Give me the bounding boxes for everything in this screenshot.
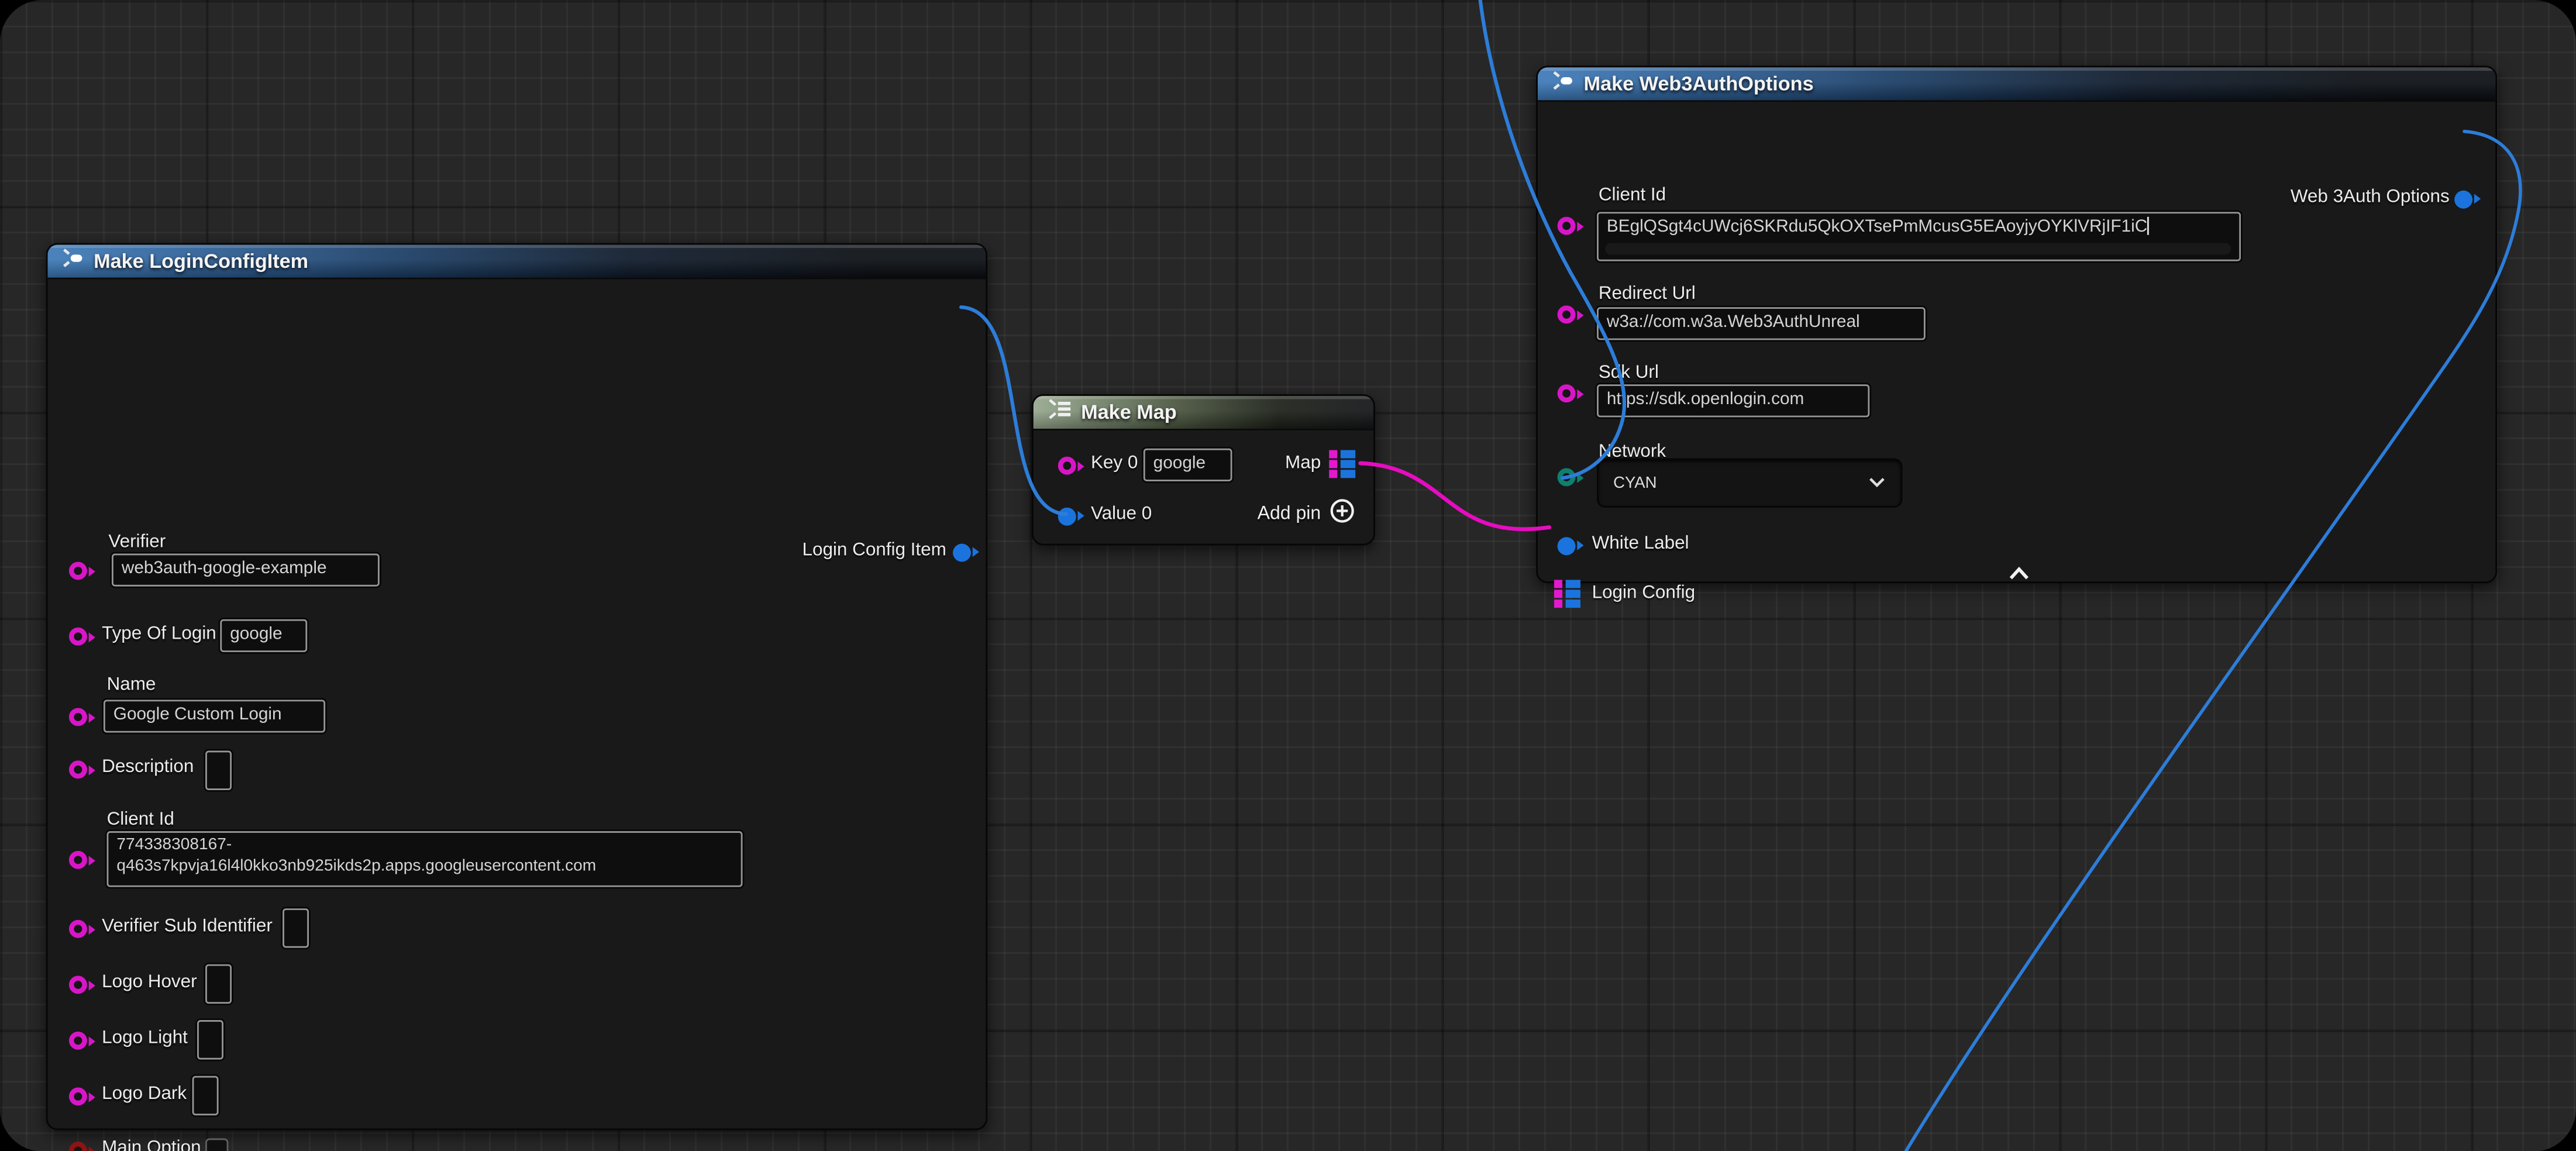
- node-header[interactable]: Make Map: [1034, 396, 1373, 430]
- redirect-url-input[interactable]: w3a://com.w3a.Web3AuthUnreal: [1597, 307, 1926, 340]
- pin-description[interactable]: [69, 760, 87, 778]
- client-id-scrollbar[interactable]: [1605, 243, 2231, 254]
- main-option-checkbox[interactable]: [205, 1138, 228, 1151]
- network-dropdown-value: CYAN: [1613, 474, 1657, 492]
- pin-main-option[interactable]: [69, 1141, 87, 1151]
- type-of-login-input[interactable]: google: [220, 619, 307, 652]
- pin-label-redirect-url: Redirect Url: [1599, 284, 1696, 304]
- pin-out-login-config-item[interactable]: [953, 543, 971, 561]
- pin-label-logo-light: Logo Light: [102, 1028, 188, 1048]
- client-id-input[interactable]: 774338308167- q463s7kpvja16l4l0kko3nb925…: [107, 831, 743, 887]
- pin-value-0[interactable]: [1058, 506, 1076, 525]
- client-id-input[interactable]: BEglQSgt4cUWcj6SKRdu5QkOXTsePmMcusG5EAoy…: [1597, 212, 2241, 261]
- pin-label-verifier: Verifier: [108, 532, 166, 552]
- pin-client-id[interactable]: [1558, 216, 1576, 234]
- node-header[interactable]: Make Web3AuthOptions: [1538, 67, 2495, 102]
- node-title: Make Web3AuthOptions: [1584, 73, 1814, 95]
- pin-type-of-login[interactable]: [69, 627, 87, 645]
- make-struct-icon: [1551, 68, 1575, 99]
- node-make-map[interactable]: Make Map Key 0 google Map Value 0 Add pi…: [1032, 394, 1375, 545]
- logo-hover-input[interactable]: [205, 964, 232, 1004]
- description-input[interactable]: [205, 751, 232, 790]
- pin-label-main-option: Main Option: [102, 1138, 201, 1151]
- node-title: Make Map: [1081, 401, 1177, 423]
- pin-label-client-id: Client Id: [1599, 185, 1666, 205]
- network-dropdown[interactable]: CYAN: [1597, 459, 1902, 508]
- sdk-url-input[interactable]: https://sdk.openlogin.com: [1597, 384, 1869, 417]
- pin-label-web3auth-options: Web 3Auth Options: [2291, 187, 2450, 207]
- pin-label-client-id: Client Id: [107, 810, 174, 830]
- node-make-web3authoptions[interactable]: Make Web3AuthOptions Web 3Auth Options C…: [1536, 66, 2497, 583]
- make-map-icon: [1046, 397, 1073, 428]
- pin-out-web3auth-options[interactable]: [2454, 189, 2472, 208]
- add-pin-button[interactable]: Add pin: [1258, 498, 1356, 529]
- wire-map-to-login-config[interactable]: [1361, 463, 1549, 529]
- pin-key-0[interactable]: [1058, 456, 1076, 474]
- pin-label-white-label: White Label: [1592, 534, 1689, 554]
- pin-label-login-config-item: Login Config Item: [803, 540, 946, 560]
- pin-label-key-0: Key 0: [1091, 453, 1138, 473]
- key-0-input[interactable]: google: [1144, 449, 1232, 481]
- pin-label-login-config: Login Config: [1592, 583, 1695, 603]
- pin-client-id[interactable]: [69, 850, 87, 868]
- pin-label-sdk-url: Sdk Url: [1599, 363, 1659, 383]
- blueprint-editor: Make LoginConfigItem Login Config Item V…: [0, 0, 2576, 1151]
- pin-out-map[interactable]: [1329, 450, 1355, 480]
- chevron-down-icon: [1868, 474, 1886, 492]
- node-title: Make LoginConfigItem: [94, 250, 308, 273]
- verifier-input[interactable]: web3auth-google-example: [112, 554, 380, 587]
- pin-sdk-url[interactable]: [1558, 384, 1576, 402]
- logo-light-input[interactable]: [197, 1020, 223, 1059]
- name-input[interactable]: Google Custom Login: [104, 699, 325, 732]
- logo-dark-input[interactable]: [192, 1076, 219, 1115]
- pin-label-logo-hover: Logo Hover: [102, 973, 197, 993]
- pin-label-map: Map: [1285, 453, 1321, 473]
- pin-verifier-sub-identifier[interactable]: [69, 919, 87, 937]
- pin-logo-hover[interactable]: [69, 975, 87, 993]
- pin-white-label[interactable]: [1558, 536, 1576, 554]
- text-cursor: [2147, 217, 2150, 235]
- pin-label-description: Description: [102, 757, 194, 777]
- verifier-sub-identifier-input[interactable]: [283, 908, 309, 947]
- pin-label-name: Name: [107, 675, 156, 695]
- pin-label-verifier-sub-identifier: Verifier Sub Identifier: [102, 916, 273, 936]
- pin-verifier[interactable]: [69, 561, 87, 579]
- pin-redirect-url[interactable]: [1558, 305, 1576, 323]
- make-struct-icon: [61, 246, 85, 277]
- pin-login-config[interactable]: [1554, 580, 1580, 609]
- pin-label-value-0: Value 0: [1091, 504, 1152, 524]
- pin-label-type-of-login: Type Of Login: [102, 624, 216, 644]
- collapse-button[interactable]: [2006, 560, 2032, 577]
- node-make-loginconfigitem[interactable]: Make LoginConfigItem Login Config Item V…: [46, 243, 987, 1131]
- node-header[interactable]: Make LoginConfigItem: [47, 244, 986, 279]
- graph-canvas[interactable]: Make LoginConfigItem Login Config Item V…: [0, 0, 2576, 1151]
- pin-logo-dark[interactable]: [69, 1087, 87, 1105]
- pin-logo-light[interactable]: [69, 1031, 87, 1049]
- pin-name[interactable]: [69, 707, 87, 725]
- pin-label-logo-dark: Logo Dark: [102, 1084, 187, 1104]
- add-pin-plus-icon: [1329, 498, 1355, 529]
